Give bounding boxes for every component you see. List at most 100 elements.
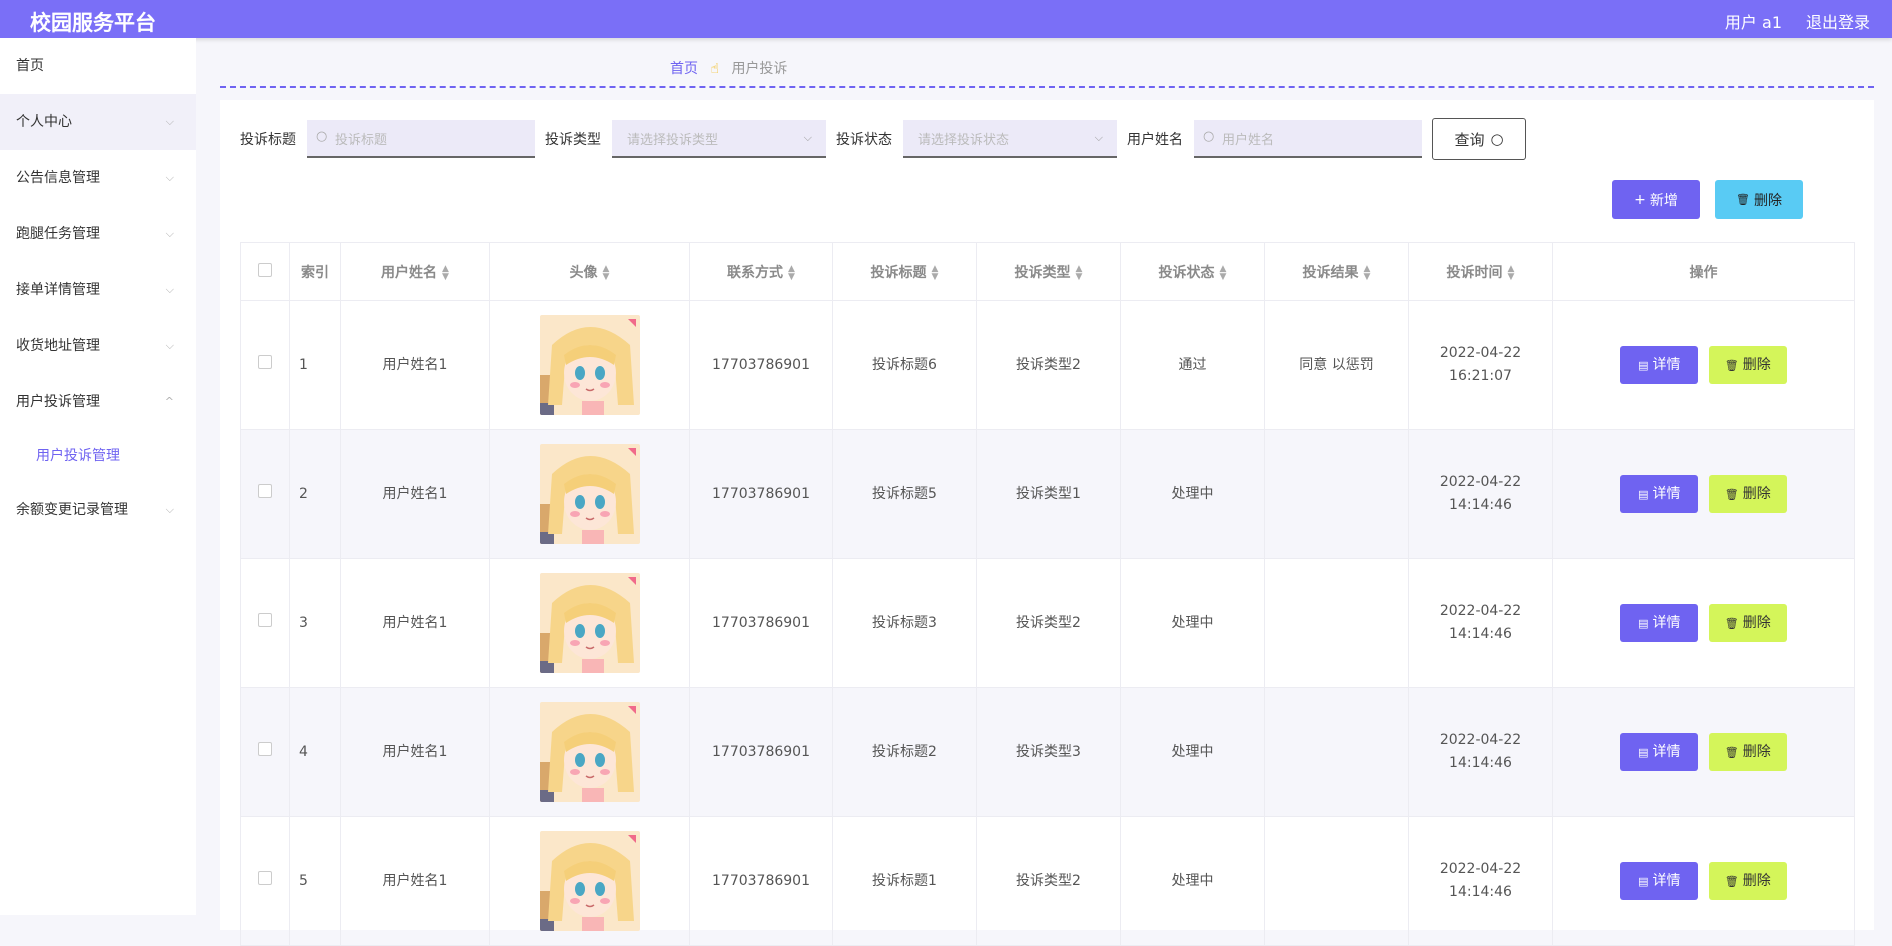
col-avatar[interactable]: 头像 ▲ ▼ <box>489 242 690 301</box>
sidebar-item-home[interactable]: 首页 <box>0 38 196 94</box>
delete-label: 删除 <box>1742 872 1771 889</box>
row-select-cell <box>240 300 290 430</box>
table-row: 4 用户姓名1 17703786901 投诉标题2 投诉类型3 处理中 2022… <box>240 687 1855 817</box>
col-title[interactable]: 投诉标题 ▲ ▼ <box>832 242 977 301</box>
header-label: 操作 <box>1689 264 1718 281</box>
sort-icon[interactable]: ▲ ▼ <box>788 264 795 281</box>
cell-avatar <box>489 687 690 817</box>
row-select-cell <box>240 558 290 688</box>
detail-label: 详情 <box>1652 872 1681 889</box>
chevron-down-icon: ⌵ <box>165 115 174 128</box>
brand-title: 校园服务平台 <box>30 11 156 35</box>
cell-actions: ▤ 详情 🗑 删除 <box>1552 816 1855 946</box>
sidebar-item-label: 接单详情管理 <box>16 282 100 298</box>
table-row: 5 用户姓名1 17703786901 投诉标题1 投诉类型2 处理中 2022… <box>240 816 1855 946</box>
col-type[interactable]: 投诉类型 ▲ ▼ <box>976 242 1121 301</box>
cell-type: 投诉类型2 <box>976 816 1121 946</box>
detail-button[interactable]: ▤ 详情 <box>1620 733 1699 771</box>
sidebar-item-order-detail[interactable]: 接单详情管理 ⌵ <box>0 262 196 318</box>
col-name[interactable]: 用户姓名 ▲ ▼ <box>340 242 490 301</box>
chevron-down-icon: ⌵ <box>803 131 812 144</box>
table-header: 索引 用户姓名 ▲ ▼ 头像 ▲ ▼ 联系方式 ▲ ▼ 投诉标题 ▲ ▼ 投诉类型 ▲ ▼ 投诉状态… <box>240 242 1855 301</box>
delete-button[interactable]: 🗑 删除 <box>1708 862 1787 900</box>
col-phone[interactable]: 联系方式 ▲ ▼ <box>689 242 833 301</box>
title-search-input[interactable]: ○ 投诉标题 <box>307 120 535 158</box>
trash-icon: 🗑 <box>1724 874 1739 888</box>
cell-time: 2022-04-22 14:14:46 <box>1408 816 1553 946</box>
select-all-checkbox[interactable] <box>258 262 272 277</box>
cell-type: 投诉类型2 <box>976 558 1121 688</box>
sidebar-item-personal-center[interactable]: 个人中心 ⌵ <box>0 94 196 150</box>
delete-label: 删除 <box>1742 614 1771 631</box>
sort-icon[interactable]: ▲ ▼ <box>603 264 610 281</box>
type-label: 投诉类型 <box>545 132 601 148</box>
name-placeholder: 用户姓名 <box>1222 132 1275 148</box>
sidebar-item-errand-task[interactable]: 跑腿任务管理 ⌵ <box>0 206 196 262</box>
status-select[interactable]: 请选择投诉状态 ⌵ <box>903 120 1117 158</box>
breadcrumb-home[interactable]: 首页 <box>670 61 698 77</box>
document-icon: ▤ <box>1638 874 1649 888</box>
cell-phone: 17703786901 <box>689 429 833 559</box>
cell-type: 投诉类型3 <box>976 687 1121 817</box>
cell-time: 2022-04-22 16:21:07 <box>1408 300 1553 430</box>
type-select[interactable]: 请选择投诉类型 ⌵ <box>612 120 826 158</box>
delete-label: 删除 <box>1742 485 1771 502</box>
hand-pointer-icon: ☝ <box>710 61 719 77</box>
row-checkbox[interactable] <box>258 741 272 756</box>
sort-icon[interactable]: ▲ ▼ <box>1076 264 1083 281</box>
sort-icon[interactable]: ▲ ▼ <box>932 264 939 281</box>
name-search-input[interactable]: ○ 用户姓名 <box>1194 120 1422 158</box>
sidebar-item-balance[interactable]: 余额变更记录管理 ⌵ <box>0 482 196 538</box>
complaint-table: 索引 用户姓名 ▲ ▼ 头像 ▲ ▼ 联系方式 ▲ ▼ 投诉标题 ▲ ▼ 投诉类型 ▲ ▼ 投诉状态… <box>240 242 1855 946</box>
row-checkbox[interactable] <box>258 354 272 369</box>
status-placeholder: 请选择投诉状态 <box>918 132 1010 148</box>
sort-icon[interactable]: ▲ ▼ <box>1364 264 1371 281</box>
chevron-up-icon: ^ <box>164 395 174 408</box>
delete-button[interactable]: 🗑 删除 <box>1708 475 1787 513</box>
add-button[interactable]: + 新增 <box>1612 180 1700 219</box>
detail-label: 详情 <box>1652 614 1681 631</box>
cell-status: 处理中 <box>1120 558 1265 688</box>
col-actions: 操作 <box>1552 242 1855 301</box>
search-icon: ○ <box>316 129 328 144</box>
sort-icon[interactable]: ▲ ▼ <box>1220 264 1227 281</box>
delete-button[interactable]: 🗑 删除 <box>1708 604 1787 642</box>
row-select-cell <box>240 816 290 946</box>
col-time[interactable]: 投诉时间 ▲ ▼ <box>1408 242 1553 301</box>
detail-button[interactable]: ▤ 详情 <box>1620 862 1699 900</box>
row-checkbox[interactable] <box>258 870 272 885</box>
avatar-image <box>539 315 640 415</box>
row-checkbox[interactable] <box>258 612 272 627</box>
sidebar-item-announcement[interactable]: 公告信息管理 ⌵ <box>0 150 196 206</box>
batch-delete-button[interactable]: 🗑 删除 <box>1715 180 1803 219</box>
title-label: 投诉标题 <box>240 132 296 148</box>
delete-button[interactable]: 🗑 删除 <box>1708 346 1787 384</box>
table-row: 2 用户姓名1 17703786901 投诉标题5 投诉类型1 处理中 2022… <box>240 429 1855 559</box>
logout-link[interactable]: 退出登录 <box>1806 9 1870 33</box>
delete-button[interactable]: 🗑 删除 <box>1708 733 1787 771</box>
cell-title: 投诉标题3 <box>832 558 977 688</box>
row-checkbox[interactable] <box>258 483 272 498</box>
cell-actions: ▤ 详情 🗑 删除 <box>1552 558 1855 688</box>
query-button[interactable]: 查询 ○ <box>1432 118 1526 160</box>
avatar <box>539 702 640 802</box>
plus-icon: + <box>1634 191 1646 208</box>
detail-button[interactable]: ▤ 详情 <box>1620 604 1699 642</box>
detail-button[interactable]: ▤ 详情 <box>1620 346 1699 384</box>
sort-icon[interactable]: ▲ ▼ <box>442 264 449 281</box>
trash-icon: 🗑 <box>1724 745 1739 759</box>
title-placeholder: 投诉标题 <box>335 132 388 148</box>
avatar <box>539 315 640 415</box>
col-result[interactable]: 投诉结果 ▲ ▼ <box>1264 242 1409 301</box>
cell-time: 2022-04-22 14:14:46 <box>1408 558 1553 688</box>
sidebar-item-complaint[interactable]: 用户投诉管理 ^ <box>0 374 196 430</box>
top-bar: 校园服务平台 用户 a1 退出登录 <box>0 0 1892 38</box>
sidebar-item-address[interactable]: 收货地址管理 ⌵ <box>0 318 196 374</box>
sidebar-subitem-complaint-manage[interactable]: 用户投诉管理 <box>0 430 196 482</box>
col-status[interactable]: 投诉状态 ▲ ▼ <box>1120 242 1265 301</box>
detail-button[interactable]: ▤ 详情 <box>1620 475 1699 513</box>
current-user: 用户 a1 <box>1724 13 1782 32</box>
avatar <box>539 573 640 673</box>
sort-icon[interactable]: ▲ ▼ <box>1508 264 1515 281</box>
avatar <box>539 444 640 544</box>
